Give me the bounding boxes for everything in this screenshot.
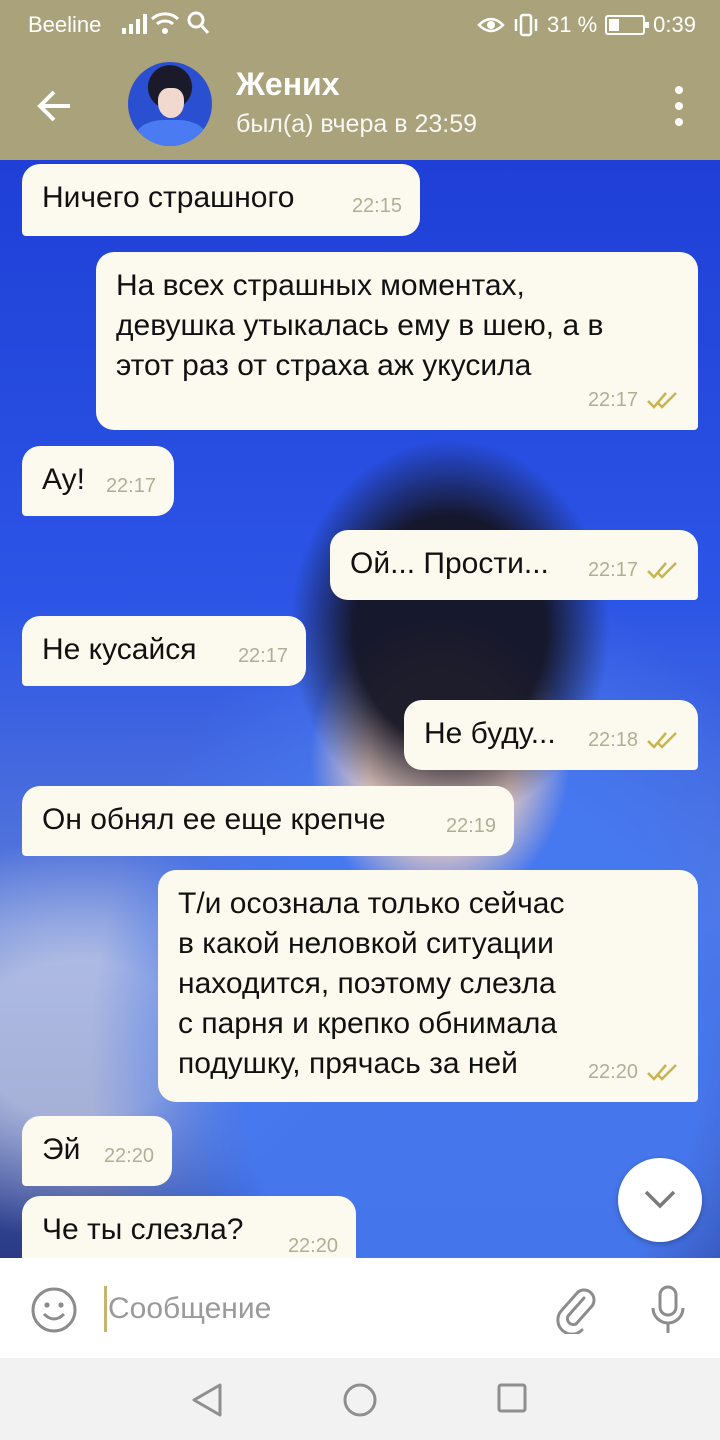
contact-last-seen: был(а) вчера в 23:59 [236, 110, 478, 138]
message-list[interactable]: Ничего страшного 22:15 На всех страшных … [0, 160, 720, 1258]
message-outgoing[interactable]: Т/и осознала только сейчас в какой нелов… [158, 870, 698, 1102]
message-time: 22:17 [105, 475, 156, 497]
message-incoming[interactable]: Ничего страшного 22:15 [22, 164, 420, 236]
message-composer [0, 1258, 720, 1358]
message-time: 22:18 [587, 729, 638, 751]
paperclip-icon[interactable] [554, 1286, 600, 1334]
message-input[interactable] [108, 1282, 528, 1336]
nav-back-icon[interactable] [190, 1382, 224, 1418]
message-incoming[interactable]: Эй 22:20 [22, 1116, 172, 1186]
message-time: 22:17 [237, 645, 288, 667]
status-bar: Beeline 31 % 0:39 [0, 0, 720, 48]
message-outgoing[interactable]: На всех страшных моментах, девушка утыка… [96, 252, 698, 430]
nav-home-icon[interactable] [342, 1382, 378, 1418]
message-outgoing[interactable]: Ой... Прости... 22:17 [330, 530, 698, 600]
contact-name[interactable]: Жених [236, 66, 340, 103]
read-checks-icon [647, 732, 677, 749]
battery-fill [609, 19, 620, 31]
vibrate-icon [514, 13, 538, 37]
contact-avatar[interactable] [128, 62, 212, 146]
message-text: Т/и осознала только сейчас в какой нелов… [178, 887, 565, 1080]
message-incoming[interactable]: Ау! 22:17 [22, 446, 174, 516]
battery-percent: 31 % [547, 12, 598, 37]
smile-icon[interactable] [30, 1286, 78, 1334]
message-text: Ой... Прости... [350, 547, 549, 580]
message-text: На всех страшных моментах, девушка утыка… [116, 269, 604, 382]
message-incoming[interactable]: Че ты слезла? 22:20 [22, 1196, 356, 1258]
back-arrow-icon[interactable] [32, 84, 76, 128]
nav-recents-icon[interactable] [496, 1382, 528, 1414]
battery-icon [605, 15, 650, 35]
more-vertical-icon[interactable] [674, 86, 684, 126]
message-time: 22:20 [587, 1061, 638, 1083]
text-cursor [104, 1286, 107, 1332]
message-text: Ничего страшного [42, 181, 295, 214]
read-checks-icon [647, 1064, 677, 1081]
message-time: 22:15 [351, 195, 402, 217]
carrier-name: Beeline [28, 12, 102, 37]
scroll-to-bottom-button[interactable] [618, 1158, 702, 1242]
message-time: 22:17 [587, 389, 638, 411]
clock: 0:39 [653, 12, 696, 37]
microphone-icon[interactable] [648, 1284, 688, 1336]
signal-icon [122, 12, 147, 34]
message-time: 22:20 [103, 1145, 154, 1167]
wifi-icon [150, 12, 180, 34]
message-text: Че ты слезла? [42, 1213, 244, 1246]
message-text: Эй [42, 1133, 81, 1166]
message-incoming[interactable]: Он обнял ее еще крепче 22:19 [22, 786, 514, 856]
message-text: Не кусайся [42, 633, 197, 666]
message-text: Он обнял ее еще крепче [42, 803, 386, 836]
message-outgoing[interactable]: Не буду... 22:18 [404, 700, 698, 770]
system-navigation-bar [0, 1358, 720, 1440]
search-icon [187, 11, 210, 34]
message-time: 22:17 [587, 559, 638, 581]
message-time: 22:19 [445, 815, 496, 837]
chevron-down-icon [644, 1190, 676, 1209]
message-text: Не буду... [424, 717, 556, 750]
message-incoming[interactable]: Не кусайся 22:17 [22, 616, 306, 686]
read-checks-icon [647, 562, 677, 579]
eye-icon [477, 17, 505, 33]
chat-header: Жених был(а) вчера в 23:59 [0, 48, 720, 160]
read-checks-icon [647, 392, 677, 409]
message-text: Ау! [42, 463, 86, 496]
message-time: 22:20 [287, 1235, 338, 1257]
